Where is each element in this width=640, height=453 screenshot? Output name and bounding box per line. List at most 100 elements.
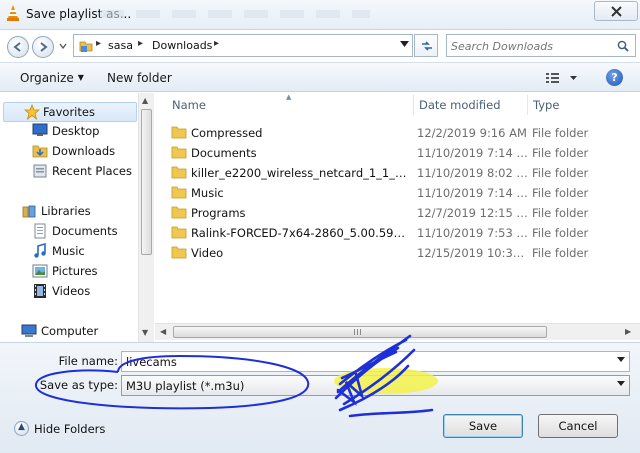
downloads-folder-icon [32, 145, 48, 158]
collapse-up-icon: ▲ [14, 421, 29, 436]
nav-item-libraries[interactable]: Libraries [0, 201, 138, 221]
file-row[interactable]: Video 12/15/2019 10:30 ... File folder [169, 242, 639, 262]
scroll-down-arrow-icon[interactable]: ▼ [142, 328, 148, 337]
folder-icon [171, 166, 187, 179]
recent-pages-chevron-icon[interactable] [59, 43, 67, 49]
nav-item-documents[interactable]: Documents [0, 221, 138, 241]
chevron-down-icon[interactable] [400, 41, 409, 48]
nav-item-desktop[interactable]: Desktop [0, 121, 138, 141]
column-divider[interactable] [527, 95, 528, 115]
scroll-right-arrow-icon[interactable]: ▶ [625, 327, 631, 336]
file-row[interactable]: Documents 11/10/2019 7:14 AM File folder [169, 142, 639, 162]
nav-label: Recent Places [52, 164, 132, 178]
breadcrumb-downloads[interactable]: Downloads [152, 39, 212, 52]
file-name-input[interactable] [126, 354, 606, 369]
file-date: 11/10/2019 8:02 AM [417, 166, 529, 180]
nav-item-pictures[interactable]: Pictures [0, 261, 138, 281]
breadcrumb-separator[interactable]: ▸ [214, 38, 219, 49]
scroll-left-arrow-icon[interactable]: ◀ [160, 327, 166, 336]
refresh-icon [422, 41, 432, 51]
nav-label: Downloads [52, 144, 116, 158]
save-as-type-label: Save as type: [39, 378, 118, 392]
nav-item-videos[interactable]: Videos [0, 281, 138, 301]
file-row[interactable]: Compressed 12/2/2019 9:16 AM File folder [169, 122, 639, 142]
nav-label: Computer [41, 324, 99, 338]
nav-label: Desktop [52, 124, 100, 138]
scroll-up-arrow-icon[interactable]: ▲ [142, 96, 148, 105]
column-header-type[interactable]: Type [533, 98, 559, 112]
organize-menu-button[interactable]: Organize ▼ [20, 71, 84, 85]
nav-item-recent-places[interactable]: Recent Places [0, 161, 138, 181]
forward-button[interactable] [32, 36, 54, 58]
hide-folders-label: Hide Folders [34, 422, 106, 436]
hide-folders-toggle[interactable]: ▲ Hide Folders [14, 420, 124, 438]
file-row[interactable]: Ralink-FORCED-7x64-2860_5.00.59-drp 11/1… [169, 222, 639, 242]
close-button[interactable] [594, 1, 638, 21]
nav-item-favorites[interactable]: Favorites [3, 102, 137, 122]
column-divider[interactable] [413, 95, 414, 115]
file-list-scrollbar[interactable]: ◀ ▶ [155, 323, 640, 340]
nav-item-downloads[interactable]: Downloads [0, 141, 138, 161]
nav-label: Libraries [41, 204, 91, 218]
scrollbar-thumb[interactable] [173, 326, 547, 338]
chevron-down-icon[interactable] [617, 381, 625, 387]
file-name: Ralink-FORCED-7x64-2860_5.00.59-drp [191, 226, 409, 240]
file-list: ▲ Name Date modified Type Compressed 12/… [155, 93, 640, 323]
documents-icon [34, 223, 46, 239]
file-row[interactable]: Music 11/10/2019 7:14 AM File folder [169, 182, 639, 202]
save-as-type-value: M3U playlist (*.m3u) [126, 379, 245, 393]
file-name: Music [191, 186, 224, 200]
folder-icon [171, 126, 187, 139]
nav-item-music[interactable]: Music [0, 241, 138, 261]
save-button[interactable]: Save [443, 414, 523, 438]
search-icon[interactable] [617, 40, 629, 52]
new-folder-button[interactable]: New folder [107, 71, 172, 85]
breadcrumb-separator[interactable]: ▸ [138, 38, 143, 49]
refresh-button[interactable] [414, 34, 438, 57]
file-date: 11/10/2019 7:14 AM [417, 186, 529, 200]
file-type: File folder [532, 126, 589, 140]
column-header-name[interactable]: Name [172, 98, 206, 112]
breadcrumb-sasa[interactable]: sasa [108, 39, 133, 52]
file-type: File folder [532, 206, 589, 220]
vlc-cone-icon [7, 5, 19, 21]
breadcrumb-separator[interactable]: ▸ [96, 38, 101, 49]
libraries-icon [22, 205, 36, 218]
file-type: File folder [532, 226, 589, 240]
navigation-scrollbar[interactable]: ▲ ▼ [138, 93, 154, 342]
folder-icon [171, 246, 187, 259]
column-header-date[interactable]: Date modified [419, 98, 501, 112]
file-date: 11/10/2019 7:53 AM [417, 226, 529, 240]
file-type: File folder [532, 186, 589, 200]
file-date: 12/7/2019 12:15 AM [417, 206, 529, 220]
file-row[interactable]: killer_e2200_wireless_netcard_1_1_50_141… [169, 162, 639, 182]
chevron-down-icon: ▼ [77, 73, 84, 82]
nav-item-computer[interactable]: Computer [0, 321, 138, 341]
folder-icon [171, 206, 187, 219]
folder-icon [171, 146, 187, 159]
file-name-label: File name: [58, 354, 118, 368]
file-date: 11/10/2019 7:14 AM [417, 146, 529, 160]
navigation-pane: Favorites Desktop Downloads Recent Place… [0, 93, 153, 342]
help-button[interactable]: ? [606, 69, 623, 86]
folder-icon [79, 41, 93, 52]
folder-icon [171, 226, 187, 239]
file-type: File folder [532, 146, 589, 160]
search-box[interactable] [446, 34, 636, 57]
computer-icon [21, 324, 37, 337]
chevron-down-icon[interactable] [617, 357, 625, 363]
search-input[interactable] [451, 38, 611, 54]
file-date: 12/2/2019 9:16 AM [417, 126, 527, 140]
cancel-button[interactable]: Cancel [538, 414, 618, 438]
view-options-icon[interactable] [544, 69, 580, 87]
address-bar[interactable]: ▸ sasa ▸ Downloads ▸ [73, 34, 413, 57]
nav-label: Music [52, 244, 85, 258]
file-name-combobox[interactable] [121, 351, 630, 372]
back-button[interactable] [7, 36, 29, 58]
file-date: 12/15/2019 10:30 ... [417, 246, 529, 260]
save-as-type-select[interactable]: M3U playlist (*.m3u) [121, 375, 630, 396]
command-toolbar: Organize ▼ New folder ? [0, 62, 640, 92]
file-row[interactable]: Programs 12/7/2019 12:15 AM File folder [169, 202, 639, 222]
scrollbar-thumb[interactable] [141, 109, 152, 255]
file-name: Video [191, 246, 224, 260]
